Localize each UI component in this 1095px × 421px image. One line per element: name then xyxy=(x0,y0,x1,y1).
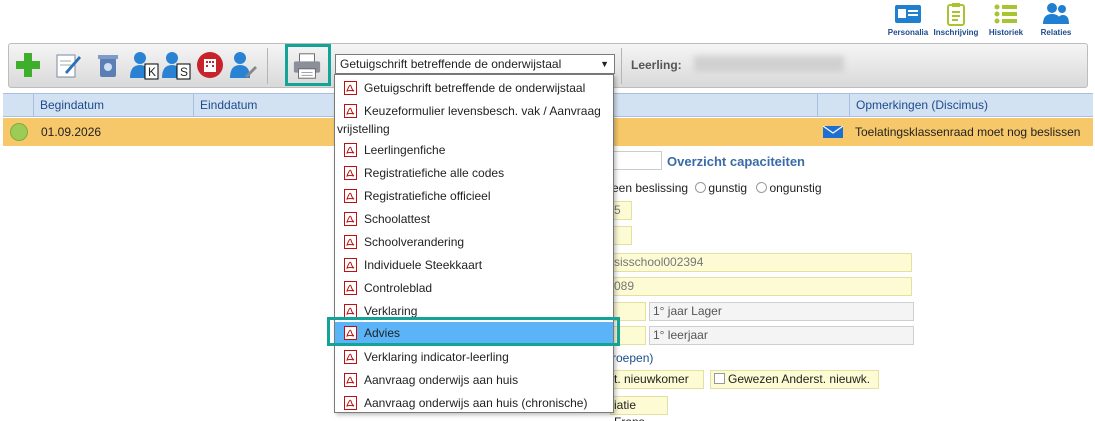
clipboard-icon xyxy=(947,3,965,26)
advies-item-highlight xyxy=(327,317,620,346)
dropdown-item-label: Registratiefiche alle codes xyxy=(364,166,505,180)
pdf-icon xyxy=(344,166,357,180)
dropdown-item[interactable]: Schoolattest xyxy=(335,208,613,230)
pdf-icon xyxy=(344,81,357,95)
dropdown-item[interactable]: Individuele Steekkaart xyxy=(335,254,613,276)
pdf-icon xyxy=(344,104,357,118)
row-opmerking: Toelatingsklassenraad moet nog beslissen xyxy=(855,125,1081,139)
dropdown-item-label: Keuzeformulier levensbesch. vak / Aanvra… xyxy=(364,104,601,118)
dropdown-item-label: Leerlingenfiche xyxy=(364,143,446,157)
top-navigation: Personalia Inschrijving Historiek Relati… xyxy=(875,0,1095,40)
pdf-icon xyxy=(344,212,357,226)
groepen-text: roepen) xyxy=(612,351,654,365)
pdf-icon xyxy=(344,235,357,249)
dropdown-item-label: Verklaring xyxy=(364,304,418,318)
pdf-icon xyxy=(344,258,357,272)
dropdown-item[interactable]: Schoolverandering xyxy=(335,231,613,253)
dropdown-item[interactable]: Aanvraag onderwijs aan huis (chronische) xyxy=(335,392,613,414)
dropdown-item-label: Schoolattest xyxy=(364,212,431,226)
pdf-icon xyxy=(344,143,357,157)
dropdown-item[interactable]: Aanvraag onderwijs aan huis xyxy=(335,369,613,391)
delete-icon[interactable] xyxy=(93,50,123,80)
checkbox-box[interactable] xyxy=(714,373,725,384)
nav-label: Historiek xyxy=(988,28,1024,37)
pdf-icon xyxy=(344,189,357,203)
nav-label: Personalia xyxy=(887,28,929,37)
pdf-icon xyxy=(344,281,357,295)
radio-label-beslissing: een beslissing xyxy=(612,181,689,195)
nieuwkomer-checkbox[interactable]: t. nieuwkomer xyxy=(610,370,704,389)
nav-relaties[interactable]: Relaties xyxy=(1033,2,1079,37)
edit-icon[interactable] xyxy=(53,50,83,80)
chevron-down-icon: ▼ xyxy=(600,59,609,69)
building-icon[interactable] xyxy=(195,50,225,80)
column-opmerkingen[interactable]: Opmerkingen (Discimus) xyxy=(849,94,1093,116)
mail-icon[interactable] xyxy=(823,126,843,138)
dropdown-item-label: Getuigschrift betreffende de onderwijsta… xyxy=(364,81,586,95)
nav-historiek[interactable]: Historiek xyxy=(983,2,1029,37)
dropdown-item[interactable]: Registratiefiche officieel xyxy=(335,185,613,207)
document-select[interactable]: Getuigschrift betreffende de onderwijsta… xyxy=(335,54,615,74)
dropdown-item[interactable]: Leerlingenfiche xyxy=(335,139,613,161)
nav-label: Relaties xyxy=(1040,28,1072,37)
nav-label: Inschrijving xyxy=(933,28,979,37)
column-mail xyxy=(817,94,849,116)
pdf-icon xyxy=(344,350,357,364)
people-icon xyxy=(1043,3,1069,24)
leerling-label: Leerling: xyxy=(631,58,682,72)
column-einddatum[interactable]: Einddatum xyxy=(193,94,333,116)
column-begindatum[interactable]: Begindatum xyxy=(33,94,193,116)
list-icon xyxy=(994,4,1017,24)
overzicht-capaciteiten-link[interactable]: Overzicht capaciteiten xyxy=(667,154,805,169)
field-school[interactable]: sisschool002394 xyxy=(610,253,912,272)
dropdown-item-label: Aanvraag onderwijs aan huis xyxy=(364,373,519,387)
field-jaar-lager: 1° jaar Lager xyxy=(649,302,914,321)
printer-icon[interactable] xyxy=(292,51,322,81)
pdf-icon xyxy=(344,396,357,410)
dropdown-item-label: Controleblad xyxy=(364,281,433,295)
nav-personalia[interactable]: Personalia xyxy=(885,2,931,37)
k-label: K xyxy=(148,65,157,79)
dropdown-item-label: Schoolverandering xyxy=(364,235,465,249)
dropdown-item-label: Registratiefiche officieel xyxy=(364,189,491,203)
gewezen-nieuwkomer-checkbox[interactable]: Gewezen Anderst. nieuwk. xyxy=(710,370,879,389)
beslissing-radio-group: een beslissing gunstig ongunstig xyxy=(612,181,822,195)
s-label: S xyxy=(180,65,189,79)
toolbar-separator xyxy=(267,48,268,84)
dropdown-item[interactable]: Keuzeformulier levensbesch. vak / Aanvra… xyxy=(335,100,613,122)
dropdown-item-label: Aanvraag onderwijs aan huis (chronische) xyxy=(364,396,588,410)
dropdown-item-label: Individuele Steekkaart xyxy=(364,258,483,272)
frans-checkbox[interactable]: iatie Frans xyxy=(610,396,668,421)
pdf-icon xyxy=(344,304,357,318)
dropdown-item-label: vrijstelling xyxy=(337,122,390,136)
leerling-name-redacted xyxy=(694,56,844,72)
gewezen-label: Gewezen Anderst. nieuwk. xyxy=(728,372,871,386)
user-edit-icon[interactable] xyxy=(229,50,259,80)
dropdown-item[interactable]: Getuigschrift betreffende de onderwijsta… xyxy=(335,77,613,99)
radio-ongunstig[interactable] xyxy=(756,182,768,193)
document-dropdown-list: Getuigschrift betreffende de onderwijsta… xyxy=(334,74,614,413)
capaciteit-field[interactable] xyxy=(612,151,662,170)
row-begindatum: 01.09.2026 xyxy=(41,125,102,139)
dropdown-item[interactable]: Controleblad xyxy=(335,277,613,299)
add-icon[interactable] xyxy=(13,50,43,80)
pdf-icon xyxy=(344,373,357,387)
dropdown-item[interactable]: Verklaring indicator-leerling xyxy=(335,346,613,368)
field-number[interactable]: 089 xyxy=(610,277,912,296)
document-select-value: Getuigschrift betreffende de onderwijsta… xyxy=(340,57,562,71)
radio-label-ongunstig: ongunstig xyxy=(769,181,822,195)
toolbar-separator xyxy=(621,48,622,84)
nav-inschrijving[interactable]: Inschrijving xyxy=(933,2,979,37)
status-dot-icon xyxy=(10,123,28,141)
dropdown-item[interactable]: Registratiefiche alle codes xyxy=(335,162,613,184)
radio-label-gunstig: gunstig xyxy=(708,181,748,195)
dropdown-item-continuation[interactable]: vrijstelling xyxy=(335,120,613,140)
id-card-icon xyxy=(895,5,921,23)
dropdown-item-label: Verklaring indicator-leerling xyxy=(364,350,509,364)
radio-gunstig[interactable] xyxy=(695,182,707,193)
field-leerjaar: 1° leerjaar xyxy=(649,326,914,345)
